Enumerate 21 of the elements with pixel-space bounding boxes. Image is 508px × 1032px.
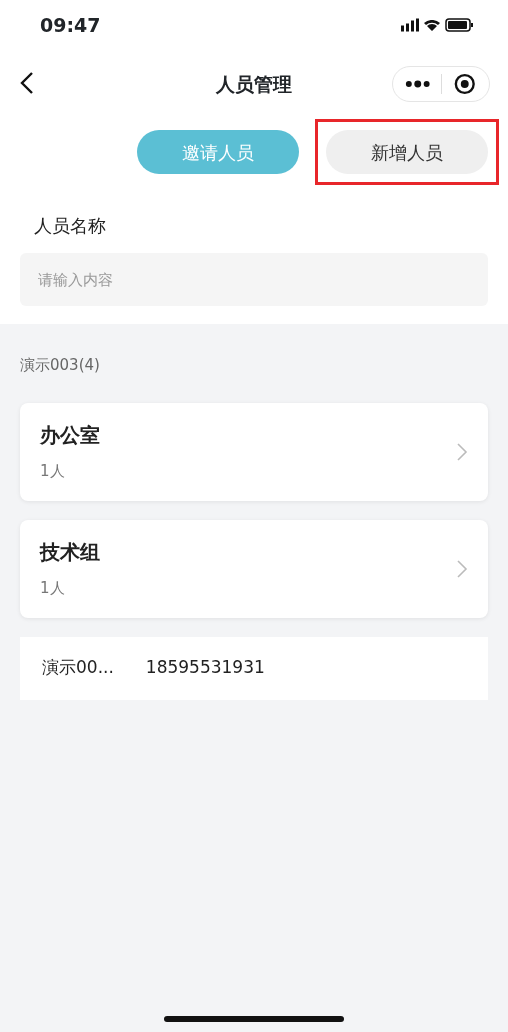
group-count: 1人 — [40, 461, 66, 483]
wifi-icon — [423, 19, 441, 31]
chevron-icon — [456, 441, 468, 462]
group-name: 办公室 — [40, 422, 100, 450]
signal-icon — [401, 18, 419, 32]
chevron-icon — [456, 558, 468, 579]
battery-icon — [445, 18, 474, 32]
member-name: 演示00... — [42, 656, 114, 680]
group-card[interactable]: 办公室 1人 — [20, 402, 488, 501]
search-field[interactable]: 请输入内容 — [20, 253, 488, 306]
member-row[interactable]: 演示00... 18595531931 — [20, 636, 488, 700]
back-icon[interactable] — [18, 70, 36, 96]
action-button[interactable]: 新增人员 — [326, 130, 488, 174]
field-label: 人员名称 — [33, 214, 107, 238]
member-phone: 18595531931 — [145, 656, 265, 680]
group-card[interactable]: 技术组 1人 — [20, 519, 488, 618]
group-count: 1人 — [40, 578, 66, 600]
organization-title: 演示003(4) — [19, 355, 101, 376]
group-name: 技术组 — [40, 539, 100, 567]
status-time: 09:47 — [40, 12, 101, 38]
page-title: 人员管理 — [216, 71, 292, 97]
